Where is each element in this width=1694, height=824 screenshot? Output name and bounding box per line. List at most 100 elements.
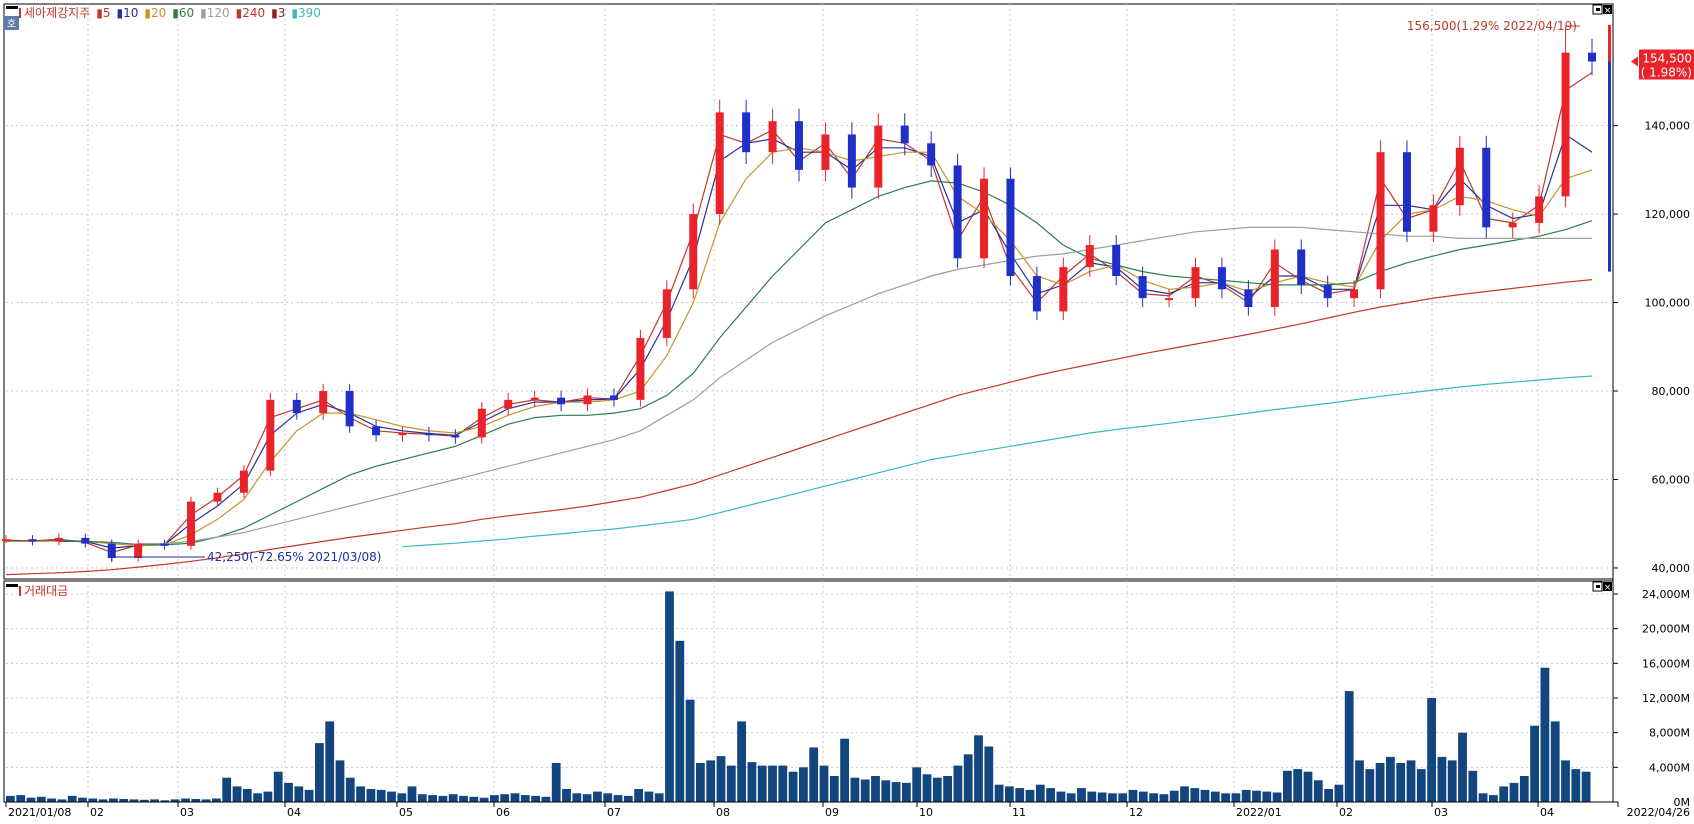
close-icon-glyph: × [1604, 583, 1612, 593]
volume-bar [1087, 791, 1097, 802]
date-label: 08 [716, 806, 730, 819]
volume-bar [531, 795, 540, 802]
volume-bar [242, 789, 252, 802]
legend-item-240[interactable]: ▮240 [236, 6, 266, 20]
volume-bar [1272, 792, 1282, 802]
volume-bar [582, 794, 592, 802]
volume-bar [644, 791, 654, 802]
volume-bar [438, 795, 448, 802]
volume-bar [1313, 780, 1323, 802]
candle-body [1138, 276, 1147, 299]
legend-item-60[interactable]: ▮60 [172, 6, 194, 20]
volume-tick-label: 8,000M [1649, 727, 1690, 740]
price-legend-text: 세아제강지주 ▮5 ▮10 ▮20 ▮60 ▮120 ▮240 ▮3 ▮390 [24, 6, 321, 20]
volume-bar [1056, 791, 1066, 802]
legend-item-5[interactable]: ▮5 [96, 6, 110, 20]
candle-body [504, 399, 513, 409]
volume-bar [1396, 763, 1406, 802]
date-label: 09 [825, 806, 839, 819]
volume-bar [685, 699, 695, 802]
legend-item-120[interactable]: ▮120 [200, 6, 230, 20]
candle-body [636, 337, 645, 400]
price-tick-label: 40,000 [1652, 562, 1691, 575]
candle-body [1165, 298, 1174, 301]
volume-bar [1108, 793, 1117, 802]
volume-tick-label: 12,000M [1642, 692, 1690, 705]
volume-bar [623, 795, 633, 802]
candle-body [1350, 289, 1359, 299]
volume-bar [1077, 788, 1086, 802]
candle-body [345, 391, 354, 427]
legend-item-3[interactable]: ▮3 [271, 6, 285, 20]
range-bar-down [1608, 61, 1611, 272]
price-range-bar [1608, 24, 1611, 272]
price-tick-label: 140,000 [1645, 120, 1691, 133]
volume-bar [387, 791, 396, 802]
candle-body [1244, 289, 1253, 307]
volume-bar [1324, 789, 1333, 802]
volume-bar [912, 767, 922, 802]
candle-body [1032, 276, 1041, 312]
volume-bar [809, 747, 819, 802]
legend-item-10[interactable]: ▮10 [117, 6, 139, 20]
volume-bar [428, 795, 437, 802]
candle-body [530, 397, 539, 400]
date-label: 11 [1012, 806, 1026, 819]
candle-body [953, 165, 962, 259]
candle-body [847, 134, 856, 188]
volume-bar [737, 721, 746, 802]
chart-background [0, 0, 1694, 820]
candle-body [900, 125, 909, 144]
volume-bar [1252, 790, 1261, 802]
volume-tick-label: 20,000M [1642, 623, 1690, 636]
candle-body [54, 537, 63, 542]
candle-body [292, 399, 301, 414]
candle-body [1508, 222, 1517, 228]
volume-bar [1437, 756, 1447, 802]
candle-body [1217, 267, 1226, 290]
volume-bar [541, 796, 551, 802]
legend-stock-name: 세아제강지주 [24, 6, 90, 20]
volume-bar [716, 756, 726, 802]
volume-bar [1159, 794, 1169, 802]
legend-toggle-icon[interactable] [6, 584, 18, 587]
volume-bar [26, 797, 36, 802]
range-bar-up [1608, 24, 1611, 62]
volume-bar [613, 795, 623, 802]
volume-bar [819, 765, 829, 802]
volume-bar [840, 738, 849, 802]
volume-bar [1025, 789, 1035, 802]
volume-bar [757, 765, 767, 802]
high-annotation-text: 156,500(1.29% 2022/04/19) [1407, 19, 1577, 33]
volume-bar [871, 776, 880, 802]
volume-bar [788, 771, 798, 802]
date-label: 04 [287, 806, 301, 819]
date-label: 07 [607, 806, 621, 819]
volume-panel-controls[interactable]: × [1592, 581, 1612, 593]
legend-item-20[interactable]: ▮20 [144, 6, 166, 20]
legend-marker [19, 586, 21, 596]
date-label: 2022/01 [1236, 806, 1282, 819]
volume-bar [1355, 760, 1364, 802]
volume-bar [294, 786, 304, 802]
volume-bar [551, 763, 561, 802]
candle-body [107, 543, 116, 558]
price-panel-controls[interactable]: × [1592, 4, 1612, 16]
candle-body [557, 397, 566, 405]
candle-body [1270, 249, 1279, 307]
panel-icon-box[interactable]: 호 [4, 16, 19, 30]
volume-bar [36, 796, 46, 802]
legend-toggle-icon[interactable] [6, 6, 18, 9]
volume-bar [109, 798, 118, 802]
candle-body [1455, 147, 1464, 206]
candle-body [1429, 205, 1438, 232]
volume-bar [922, 774, 932, 802]
volume-bar [376, 789, 386, 802]
legend-item-390[interactable]: ▮390 [291, 6, 321, 20]
volume-bar [1149, 793, 1158, 802]
date-label: 04 [1540, 806, 1554, 819]
volume-bar [417, 794, 427, 802]
volume-bar [469, 796, 479, 802]
volume-bar [47, 798, 56, 802]
volume-bar [963, 754, 973, 802]
